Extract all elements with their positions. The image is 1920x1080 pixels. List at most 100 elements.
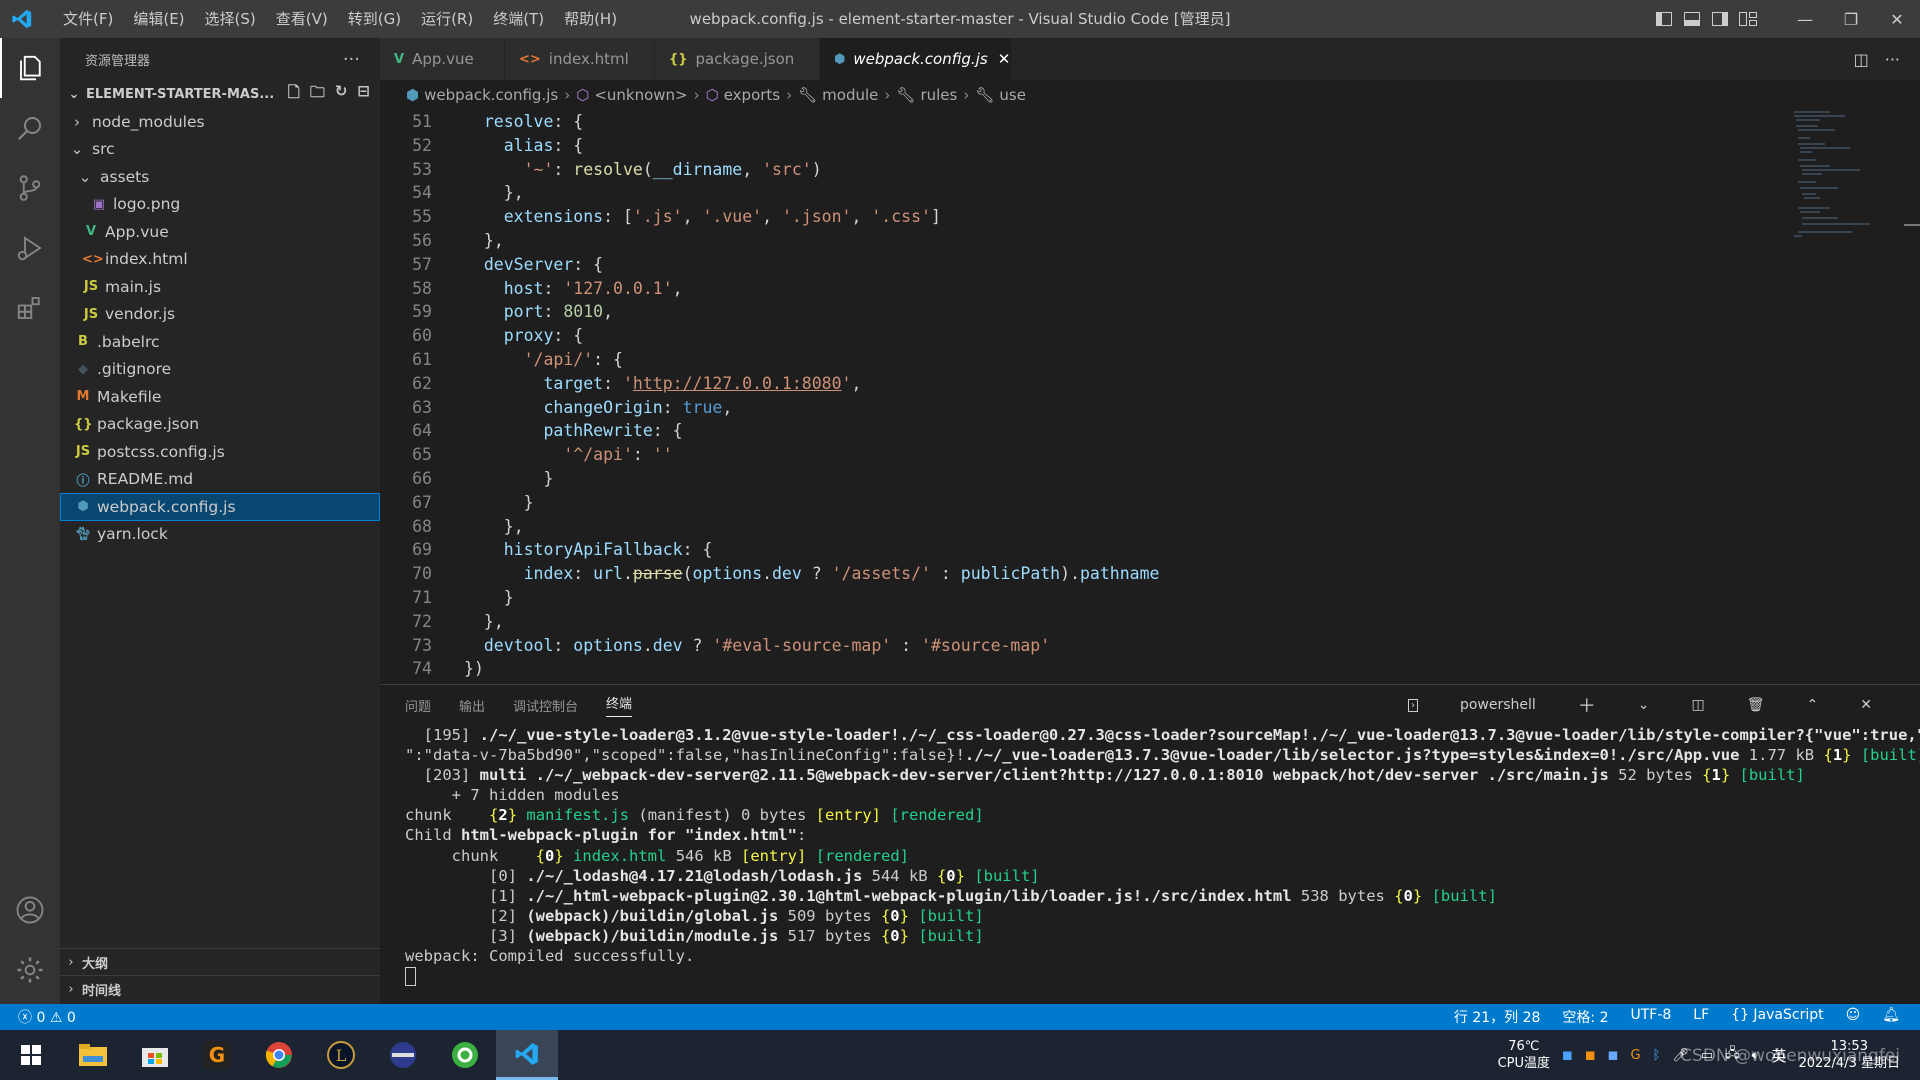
code-line[interactable]: 71 } <box>380 586 1920 610</box>
accounts-icon[interactable] <box>0 880 60 940</box>
tree-item[interactable]: M Makefile <box>60 383 380 411</box>
tab-output[interactable]: 输出 <box>459 696 485 715</box>
encoding[interactable]: UTF-8 <box>1630 1007 1671 1027</box>
tree-item[interactable]: ⓘ README.md <box>60 466 380 494</box>
chrome-icon[interactable] <box>248 1030 310 1080</box>
refresh-icon[interactable]: ↻ <box>335 82 348 107</box>
tree-item[interactable]: 🐈︎ yarn.lock <box>60 521 380 549</box>
tray-app-icon[interactable]: G <box>1630 1048 1640 1063</box>
source-control-icon[interactable] <box>0 158 60 218</box>
store-icon[interactable] <box>124 1030 186 1080</box>
menu-go[interactable]: 转到(G) <box>338 0 411 38</box>
menu-view[interactable]: 查看(V) <box>266 0 338 38</box>
cpu-temp-widget[interactable]: 76℃ CPU温度 <box>1498 1038 1550 1072</box>
code-line[interactable]: 70 index: url.parse(options.dev ? '/asse… <box>380 562 1920 586</box>
breadcrumb-item[interactable]: webpack.config.js <box>424 86 558 104</box>
terminal-output[interactable]: [195] ./~/_vue-style-loader@3.1.2@vue-st… <box>380 725 1920 987</box>
more-actions-icon[interactable]: ··· <box>343 49 360 70</box>
clock[interactable]: 13:53 2022/4/3 星期日 CSDN @wobenwuxiangfei <box>1680 1038 1900 1072</box>
maximize-panel-icon[interactable]: ⌃ <box>1807 697 1819 713</box>
code-line[interactable]: 60 proxy: { <box>380 324 1920 348</box>
app-disc-icon[interactable] <box>372 1030 434 1080</box>
code-line[interactable]: 63 changeOrigin: true, <box>380 396 1920 420</box>
tree-item[interactable]: ⌄ src <box>60 136 380 164</box>
breadcrumb-item[interactable]: use <box>999 86 1026 104</box>
tab-debug-console[interactable]: 调试控制台 <box>513 696 578 715</box>
new-file-icon[interactable]: 🗋 <box>288 82 300 107</box>
code-line[interactable]: 74}) <box>380 657 1920 681</box>
new-terminal-icon[interactable]: ＋ <box>1578 692 1596 718</box>
outline-section[interactable]: › 大纲 <box>60 948 380 976</box>
new-folder-icon[interactable]: 🗀 <box>310 82 325 107</box>
menu-selection[interactable]: 选择(S) <box>195 0 266 38</box>
file-explorer-icon[interactable] <box>62 1030 124 1080</box>
menu-file[interactable]: 文件(F) <box>53 0 123 38</box>
close-panel-icon[interactable]: ✕ <box>1860 697 1872 713</box>
menu-help[interactable]: 帮助(H) <box>554 0 627 38</box>
menu-terminal[interactable]: 终端(T) <box>483 0 554 38</box>
indentation[interactable]: 空格: 2 <box>1562 1007 1608 1027</box>
chevron-down-icon[interactable]: ⌄ <box>1638 697 1650 713</box>
tree-item[interactable]: JS vendor.js <box>60 301 380 329</box>
code-line[interactable]: 62 target: 'http://127.0.0.1:8080', <box>380 372 1920 396</box>
bluetooth-icon[interactable]: ᛒ <box>1653 1048 1661 1063</box>
app-green-icon[interactable] <box>434 1030 496 1080</box>
tree-item[interactable]: ⬢ webpack.config.js <box>60 493 380 521</box>
minimize-icon[interactable]: — <box>1782 0 1828 38</box>
toggle-secondary-sidebar-icon[interactable] <box>1706 0 1734 38</box>
code-line[interactable]: 72 }, <box>380 610 1920 634</box>
tray-app-icon[interactable]: ◼ <box>1585 1048 1596 1063</box>
feedback-icon[interactable]: ☺ <box>1846 1007 1861 1027</box>
toggle-primary-sidebar-icon[interactable] <box>1650 0 1678 38</box>
trash-icon[interactable]: 🗑︎ <box>1747 697 1765 713</box>
tree-item[interactable]: <> index.html <box>60 246 380 274</box>
tree-item[interactable]: ▣ logo.png <box>60 191 380 219</box>
tray-app-icon[interactable]: ◼ <box>1562 1048 1573 1063</box>
code-line[interactable]: 66 } <box>380 467 1920 491</box>
collapse-all-icon[interactable]: ⊟ <box>357 82 370 107</box>
tree-item[interactable]: JS main.js <box>60 273 380 301</box>
code-line[interactable]: 61 '/api/': { <box>380 348 1920 372</box>
close-tab-icon[interactable]: ✕ <box>998 50 1011 68</box>
split-terminal-icon[interactable]: ◫ <box>1692 697 1705 713</box>
code-line[interactable]: 59 port: 8010, <box>380 300 1920 324</box>
timeline-section[interactable]: › 时间线 <box>60 975 380 1003</box>
split-editor-icon[interactable]: ◫ <box>1854 50 1869 69</box>
toggle-panel-icon[interactable] <box>1678 0 1706 38</box>
tree-item[interactable]: {} package.json <box>60 411 380 439</box>
shell-name[interactable]: powershell <box>1460 697 1536 713</box>
code-line[interactable]: 57 devServer: { <box>380 253 1920 277</box>
close-window-icon[interactable]: ✕ <box>1874 0 1920 38</box>
code-line[interactable]: 68 }, <box>380 515 1920 539</box>
customize-layout-icon[interactable] <box>1734 0 1762 38</box>
code-line[interactable]: 51 resolve: { <box>380 110 1920 134</box>
windows-start-icon[interactable] <box>0 1030 62 1080</box>
tab-webpack-config[interactable]: ⬢ webpack.config.js ✕ <box>820 38 1012 80</box>
code-line[interactable]: 67 } <box>380 491 1920 515</box>
project-root[interactable]: ⌄ ELEMENT-STARTER-MAS... 🗋 🗀 ↻ ⊟ <box>60 80 380 108</box>
tree-item[interactable]: V App.vue <box>60 218 380 246</box>
breadcrumb-item[interactable]: <unknown> <box>594 86 687 104</box>
language-mode[interactable]: {} JavaScript <box>1731 1007 1823 1027</box>
manage-gear-icon[interactable] <box>0 940 60 1000</box>
tab-package-json[interactable]: {} package.json <box>655 38 820 80</box>
code-line[interactable]: 54 }, <box>380 181 1920 205</box>
cursor-position[interactable]: 行 21，列 28 <box>1454 1007 1541 1027</box>
editor-scrollbar[interactable] <box>1904 224 1920 226</box>
tree-item[interactable]: B .babelrc <box>60 328 380 356</box>
run-debug-icon[interactable] <box>0 218 60 278</box>
tab-problems[interactable]: 问题 <box>405 696 431 715</box>
league-client-icon[interactable]: L <box>310 1030 372 1080</box>
notifications-bell-icon[interactable]: 🔔︎ <box>1882 1007 1900 1027</box>
tab-terminal[interactable]: 终端 <box>606 693 633 717</box>
breadcrumb-item[interactable]: module <box>822 86 878 104</box>
tree-item[interactable]: ◆ .gitignore <box>60 356 380 384</box>
code-line[interactable]: 58 host: '127.0.0.1', <box>380 277 1920 301</box>
restore-icon[interactable]: ❐ <box>1828 0 1874 38</box>
vscode-taskbar-icon[interactable] <box>496 1030 558 1080</box>
tab-app-vue[interactable]: V App.vue <box>380 38 505 80</box>
code-line[interactable]: 73 devtool: options.dev ? '#eval-source-… <box>380 634 1920 658</box>
extensions-icon[interactable] <box>0 278 60 338</box>
explorer-icon[interactable] <box>0 38 60 98</box>
code-line[interactable]: 69 historyApiFallback: { <box>380 538 1920 562</box>
